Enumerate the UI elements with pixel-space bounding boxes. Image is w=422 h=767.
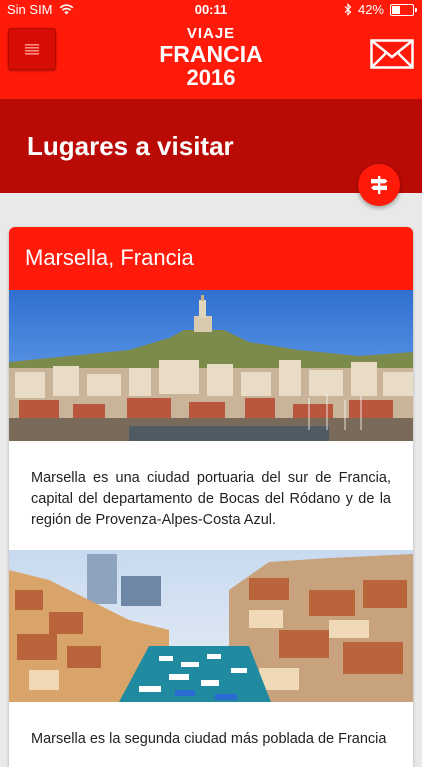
battery-level [392,5,400,14]
status-right: 42% [344,2,417,17]
card-description-2: Marsella es la segunda ciudad más poblad… [31,731,387,747]
place-card: Marsella, Francia Marsella es una ciudad… [9,227,413,767]
marseille-harbor-photo [9,550,413,702]
marseille-cityscape-photo [9,290,413,441]
app-logo: VIAJE FRANCIA 2016 [110,26,312,89]
envelope-icon[interactable] [370,39,414,69]
status-bar: Sin SIM 00:11 42% [0,0,422,20]
logo-line-2: FRANCIA [159,41,263,67]
battery-percent: 42% [357,2,384,17]
signpost-icon [371,176,388,194]
card-header: Marsella, Francia [9,227,413,290]
page-title: Lugares a visitar [27,131,234,161]
logo-line-3: 2016 [186,65,236,90]
battery-tip [415,7,417,12]
bluetooth-icon [344,3,352,16]
hamburger-menu-icon [25,43,39,55]
logo-line-1: VIAJE [186,25,236,42]
card-title: Marsella, Francia [25,245,194,270]
directions-button[interactable] [358,164,400,206]
battery-icon [390,3,417,16]
menu-button[interactable] [8,28,56,70]
app-header: Sin SIM 00:11 42% VIAJE FRANCIA 2016 [0,0,422,99]
card-description-1: Marsella es una ciudad portuaria del sur… [31,470,391,528]
